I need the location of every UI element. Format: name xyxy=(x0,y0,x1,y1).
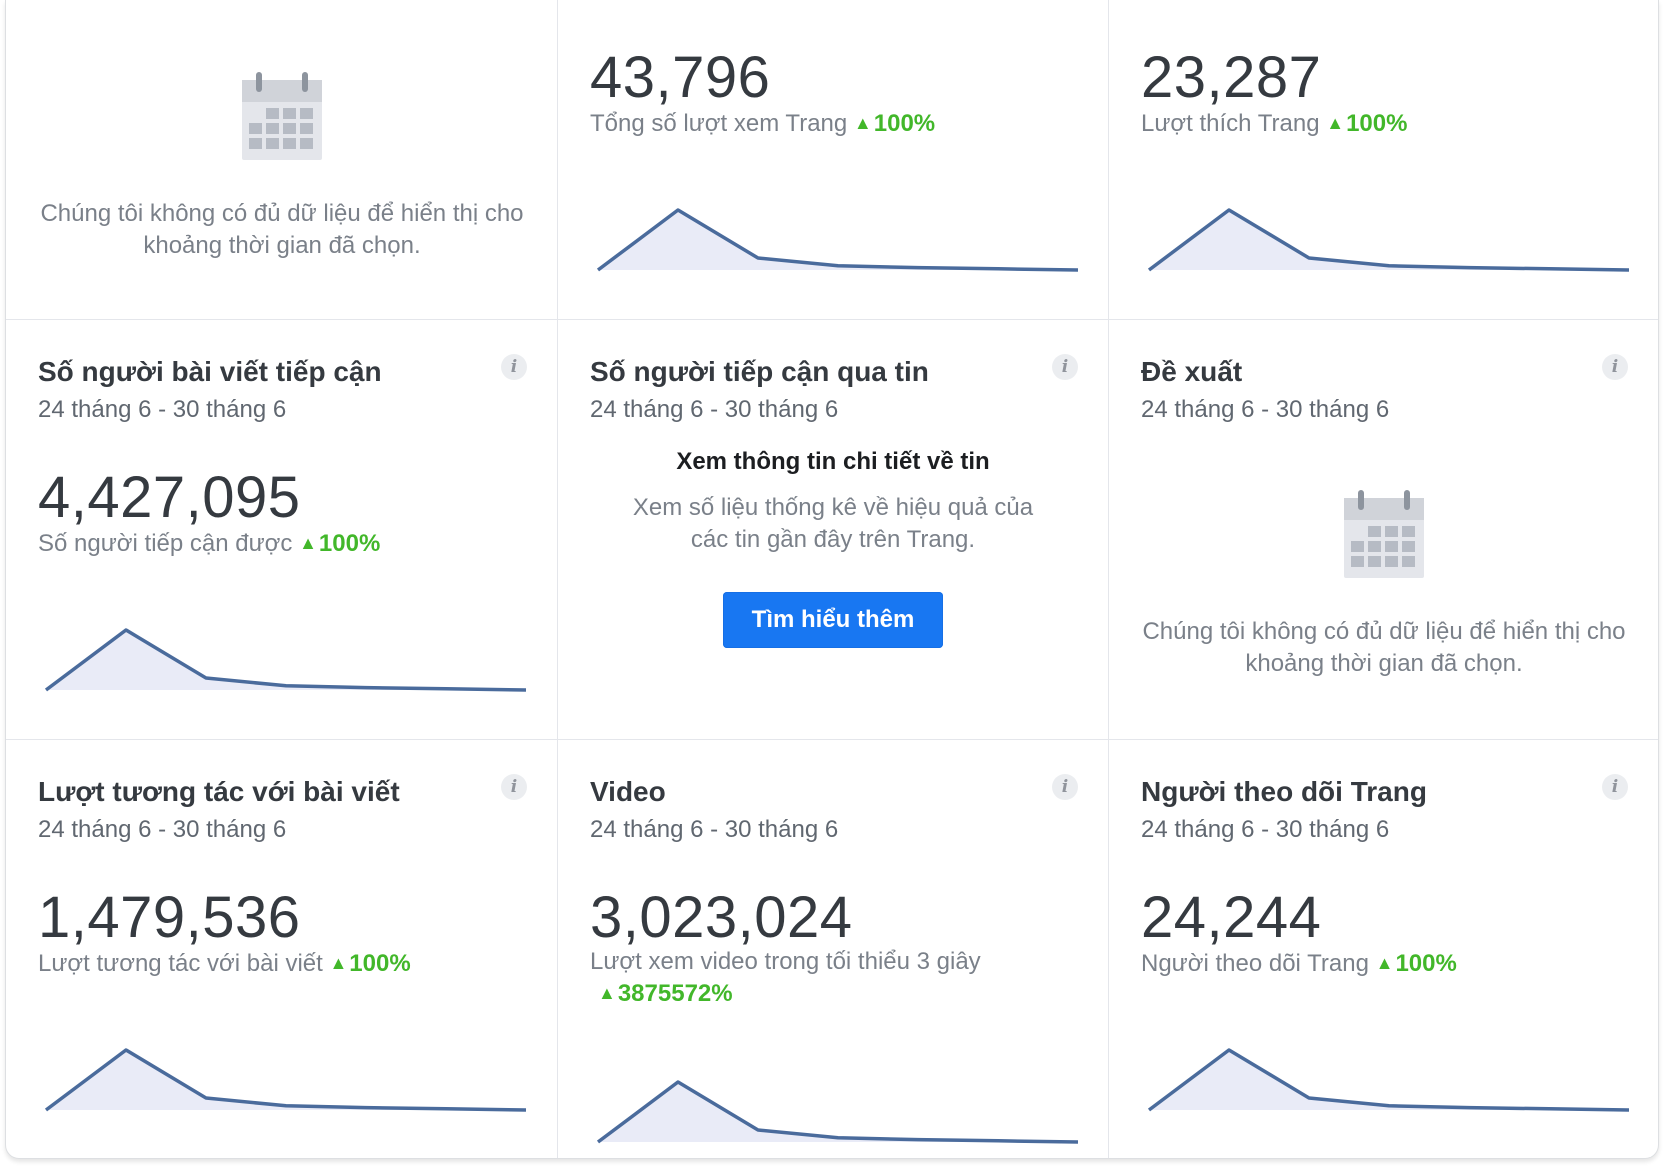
percent-change: ▲100% xyxy=(1375,950,1457,977)
card-title: Số người bài viết tiếp cận xyxy=(38,356,382,387)
metric-label: Lượt tương tác với bài viết xyxy=(38,950,323,977)
metric-value: 1,479,536 xyxy=(38,885,301,950)
metric-label-row: Số người tiếp cận được ▲100% xyxy=(38,530,380,558)
learn-more-button[interactable]: Tìm hiểu thêm xyxy=(723,592,943,648)
calendar-icon xyxy=(1344,490,1424,578)
info-icon[interactable]: i xyxy=(501,354,527,380)
up-arrow-icon: ▲ xyxy=(598,983,616,1003)
up-arrow-icon: ▲ xyxy=(1326,113,1345,133)
card-recommendations: Đề xuất 24 tháng 6 - 30 tháng 6 i Chúng … xyxy=(1109,320,1658,740)
metric-label: Lượt thích Trang xyxy=(1141,110,1320,137)
metric-label-row: Người theo dõi Trang ▲100% xyxy=(1141,950,1457,978)
metric-value: 23,287 xyxy=(1141,45,1322,110)
up-arrow-icon: ▲ xyxy=(1375,953,1394,973)
date-range: 24 tháng 6 - 30 tháng 6 xyxy=(1141,396,1390,423)
card-page-followers[interactable]: Người theo dõi Trang 24 tháng 6 - 30 thá… xyxy=(1109,740,1658,1158)
sparkline-chart xyxy=(596,208,1079,272)
percent-change: ▲100% xyxy=(853,110,936,137)
metric-label: Lượt xem video trong tối thiểu 3 giây xyxy=(590,948,981,975)
sparkline-chart xyxy=(44,628,527,692)
sparkline-area xyxy=(1149,1050,1629,1110)
card-story-reach: Số người tiếp cận qua tin 24 tháng 6 - 3… xyxy=(558,320,1109,740)
card-title: Số người tiếp cận qua tin xyxy=(590,356,929,387)
metric-label: Số người tiếp cận được xyxy=(38,530,293,557)
card-video[interactable]: Video 24 tháng 6 - 30 tháng 6 i 3,023,02… xyxy=(558,740,1109,1158)
metric-value: 4,427,095 xyxy=(38,465,301,530)
no-data-message: Chúng tôi không có đủ dữ liệu để hiển th… xyxy=(40,200,524,259)
info-icon[interactable]: i xyxy=(1052,354,1078,380)
info-icon[interactable]: i xyxy=(1602,354,1628,380)
info-icon[interactable]: i xyxy=(501,774,527,800)
sparkline-area xyxy=(1149,210,1629,270)
metric-label-row: Tổng số lượt xem Trang ▲100% xyxy=(590,110,935,138)
metric-value: 43,796 xyxy=(590,45,771,110)
percent-change: ▲3875572% xyxy=(598,980,733,1007)
sparkline-area xyxy=(46,630,526,690)
sparkline-area xyxy=(598,210,1078,270)
up-arrow-icon: ▲ xyxy=(299,533,317,553)
metric-label: Tổng số lượt xem Trang xyxy=(590,110,848,137)
no-data-message: Chúng tôi không có đủ dữ liệu để hiển th… xyxy=(1142,618,1626,677)
card-title: Lượt tương tác với bài viết xyxy=(38,776,400,807)
sparkline-chart xyxy=(44,1048,527,1112)
metric-label-row: Lượt xem video trong tối thiểu 3 giây ▲3… xyxy=(590,946,1060,1011)
promo-title: Xem thông tin chi tiết về tin xyxy=(676,448,990,475)
date-range: 24 tháng 6 - 30 tháng 6 xyxy=(1141,816,1390,843)
metric-value: 3,023,024 xyxy=(590,885,853,950)
metric-label-row: Lượt tương tác với bài viết ▲100% xyxy=(38,950,411,978)
up-arrow-icon: ▲ xyxy=(329,953,348,973)
date-range: 24 tháng 6 - 30 tháng 6 xyxy=(590,816,839,843)
insights-overview-panel: Chúng tôi không có đủ dữ liệu để hiển th… xyxy=(5,0,1659,1159)
card-title: Đề xuất xyxy=(1141,356,1243,387)
sparkline-chart xyxy=(596,1080,1079,1144)
sparkline-area xyxy=(46,1050,526,1110)
info-icon[interactable]: i xyxy=(1602,774,1628,800)
metric-label-row: Lượt thích Trang ▲100% xyxy=(1141,110,1407,138)
card-post-engagement[interactable]: Lượt tương tác với bài viết 24 tháng 6 -… xyxy=(6,740,558,1158)
up-arrow-icon: ▲ xyxy=(853,113,872,133)
card-unavailable-metric: Chúng tôi không có đủ dữ liệu để hiển th… xyxy=(6,0,558,320)
card-page-views[interactable]: 43,796 Tổng số lượt xem Trang ▲100% xyxy=(558,0,1109,320)
percent-change: ▲100% xyxy=(299,530,381,557)
promo-description: Xem số liệu thống kê về hiệu quả của các… xyxy=(632,494,1034,553)
sparkline-chart xyxy=(1147,208,1630,272)
card-title: Video xyxy=(590,776,666,807)
card-title: Người theo dõi Trang xyxy=(1141,776,1427,807)
card-page-likes[interactable]: 23,287 Lượt thích Trang ▲100% xyxy=(1109,0,1658,320)
percent-change: ▲100% xyxy=(1326,110,1408,137)
calendar-icon xyxy=(242,72,322,160)
date-range: 24 tháng 6 - 30 tháng 6 xyxy=(590,396,839,423)
metric-value: 24,244 xyxy=(1141,885,1322,950)
date-range: 24 tháng 6 - 30 tháng 6 xyxy=(38,396,287,423)
date-range: 24 tháng 6 - 30 tháng 6 xyxy=(38,816,287,843)
sparkline-area xyxy=(598,1082,1078,1142)
info-icon[interactable]: i xyxy=(1052,774,1078,800)
percent-change: ▲100% xyxy=(329,950,411,977)
sparkline-chart xyxy=(1147,1048,1630,1112)
metric-label: Người theo dõi Trang xyxy=(1141,950,1369,977)
card-post-reach[interactable]: Số người bài viết tiếp cận 24 tháng 6 - … xyxy=(6,320,558,740)
